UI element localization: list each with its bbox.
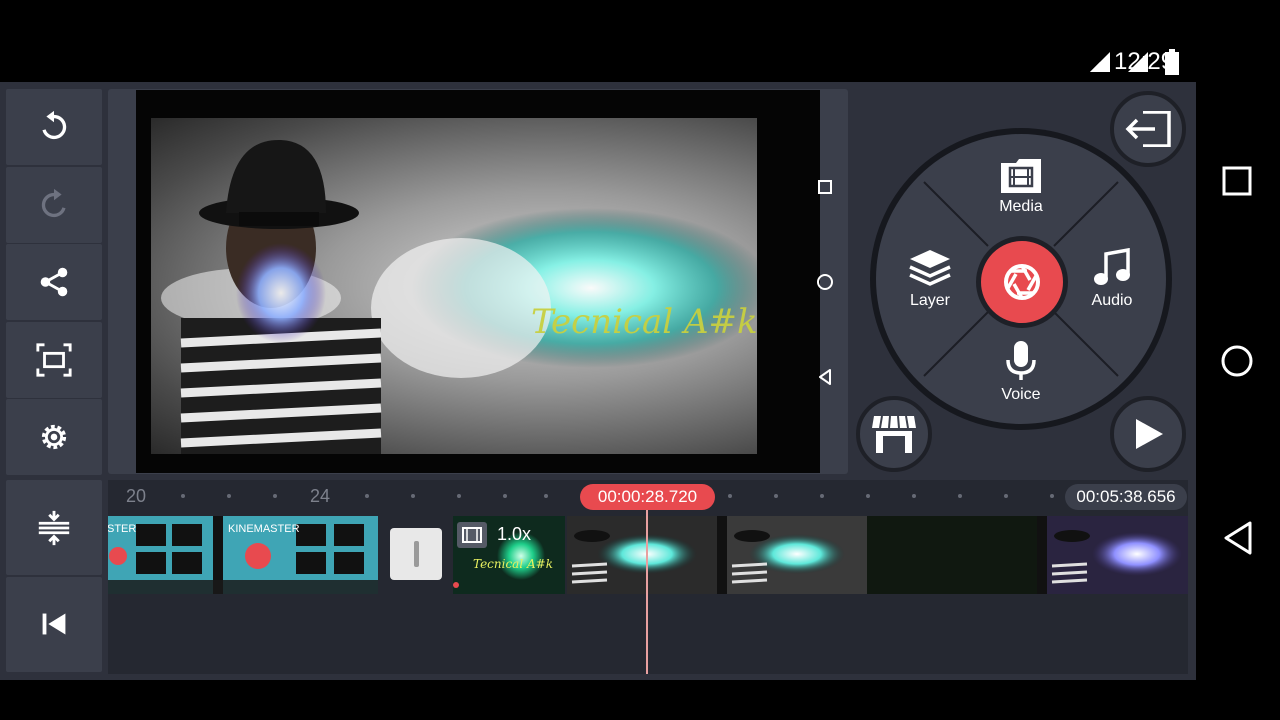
media-folder-icon: [1001, 159, 1041, 193]
expand-timeline-button[interactable]: [6, 480, 102, 575]
signal-icon: [1090, 52, 1110, 72]
fullscreen-button[interactable]: [6, 321, 102, 398]
home-button[interactable]: [1220, 344, 1254, 378]
redo-icon: [41, 188, 66, 217]
video-frame-image: Tecnical A#k: [161, 139, 757, 454]
transition-button[interactable]: [390, 528, 442, 580]
clip-label-ster: STER: [108, 523, 136, 535]
mini-circle-icon: [816, 273, 834, 291]
audio-button[interactable]: Audio: [1067, 248, 1157, 310]
ruler-tick: [912, 494, 916, 498]
ruler-tick: [457, 494, 461, 498]
undo-icon: [42, 110, 67, 140]
ruler-tick: [1050, 494, 1054, 498]
clip-intro-watermark: Tecnical A#k: [473, 557, 553, 571]
timeline-clip-main[interactable]: [567, 516, 1188, 594]
clip-thumbnail-strip: [567, 516, 1188, 594]
expand-timeline-icon: [38, 510, 70, 545]
record-button[interactable]: [976, 236, 1068, 328]
music-note-icon: [1094, 248, 1130, 285]
ruler-tick: [1004, 494, 1008, 498]
exit-button[interactable]: [1110, 91, 1186, 167]
store-icon: [872, 415, 916, 453]
ruler-tick: [774, 494, 778, 498]
timeline-clip-intro[interactable]: Tecnical A#k 1.0x: [453, 516, 565, 594]
ruler-tick: [958, 494, 962, 498]
watermark-text: Tecnical A#k: [531, 302, 757, 342]
share-button[interactable]: [6, 244, 102, 320]
asset-store-button[interactable]: [856, 396, 932, 472]
status-time: 12:29: [1114, 48, 1175, 75]
back-button[interactable]: [1222, 520, 1254, 556]
ruler-tick: [866, 494, 870, 498]
media-label: Media: [999, 198, 1043, 215]
fullscreen-icon: [36, 342, 72, 377]
left-toolbar: [6, 89, 102, 477]
timeline-tools: [6, 480, 102, 673]
bottom-margin: [0, 680, 1196, 720]
voice-label: Voice: [1001, 386, 1041, 403]
ruler-tick: [227, 494, 231, 498]
exit-icon: [1125, 111, 1171, 147]
media-button[interactable]: Media: [976, 158, 1066, 216]
ruler-label-24: 24: [310, 486, 331, 506]
undo-button[interactable]: [6, 89, 102, 165]
ruler-tick: [411, 494, 415, 498]
ruler-tick: [273, 494, 277, 498]
layer-button[interactable]: Layer: [885, 248, 975, 310]
microphone-icon: [1006, 341, 1036, 380]
mini-back-icon: [816, 368, 834, 386]
transition-icon: [413, 541, 419, 567]
settings-button[interactable]: [6, 399, 102, 475]
mini-square-icon: [816, 178, 834, 196]
ruler-tick: [544, 494, 548, 498]
play-icon: [1136, 419, 1163, 449]
playhead-time[interactable]: 00:00:28.720: [580, 484, 715, 510]
skip-to-start-icon: [42, 613, 66, 635]
ruler-tick: [181, 494, 185, 498]
settings-icon: [41, 424, 67, 450]
playhead-line[interactable]: [646, 508, 648, 674]
layer-label: Layer: [909, 292, 951, 309]
ruler-tick: [365, 494, 369, 498]
system-navigation-bar: [1196, 82, 1280, 680]
clip-start-marker: [453, 582, 459, 588]
preview-panel: Tecnical A#k: [108, 89, 848, 474]
ruler-tick: [820, 494, 824, 498]
recents-icon: [1222, 166, 1252, 196]
kinemaster-editor: Tecnical A#k Media Layer Audio Voice 20 …: [0, 82, 1196, 680]
redo-button[interactable]: [6, 166, 102, 243]
ruler-label-20: 20: [126, 486, 147, 506]
back-icon: [1224, 521, 1252, 555]
ruler-tick: [503, 494, 507, 498]
timeline[interactable]: 20 24 STER KINEMASTER Tecnical A#k 1.0x …: [108, 480, 1188, 674]
play-button[interactable]: [1110, 396, 1186, 472]
camera-shutter-icon: [1004, 264, 1040, 300]
share-icon: [40, 267, 68, 297]
ruler-tick: [728, 494, 732, 498]
total-duration: 00:05:38.656: [1065, 484, 1187, 510]
home-icon: [1221, 345, 1253, 377]
clip-thumbnail: STER KINEMASTER: [108, 516, 378, 594]
video-preview[interactable]: Tecnical A#k: [151, 118, 757, 454]
audio-label: Audio: [1091, 292, 1133, 309]
layer-icon: [909, 250, 951, 286]
voice-button[interactable]: Voice: [976, 340, 1066, 404]
recents-button[interactable]: [1222, 166, 1252, 196]
clip-label-kinemaster: KINEMASTER: [228, 523, 300, 535]
timeline-clip-kinemaster[interactable]: STER KINEMASTER: [108, 516, 378, 594]
status-bar: 12:29: [0, 0, 1280, 82]
clip-speed: 1.0x: [497, 524, 532, 544]
clip-video-icon: [457, 522, 487, 548]
preview-viewport: Tecnical A#k: [136, 90, 833, 473]
skip-to-start-button[interactable]: [6, 576, 102, 672]
